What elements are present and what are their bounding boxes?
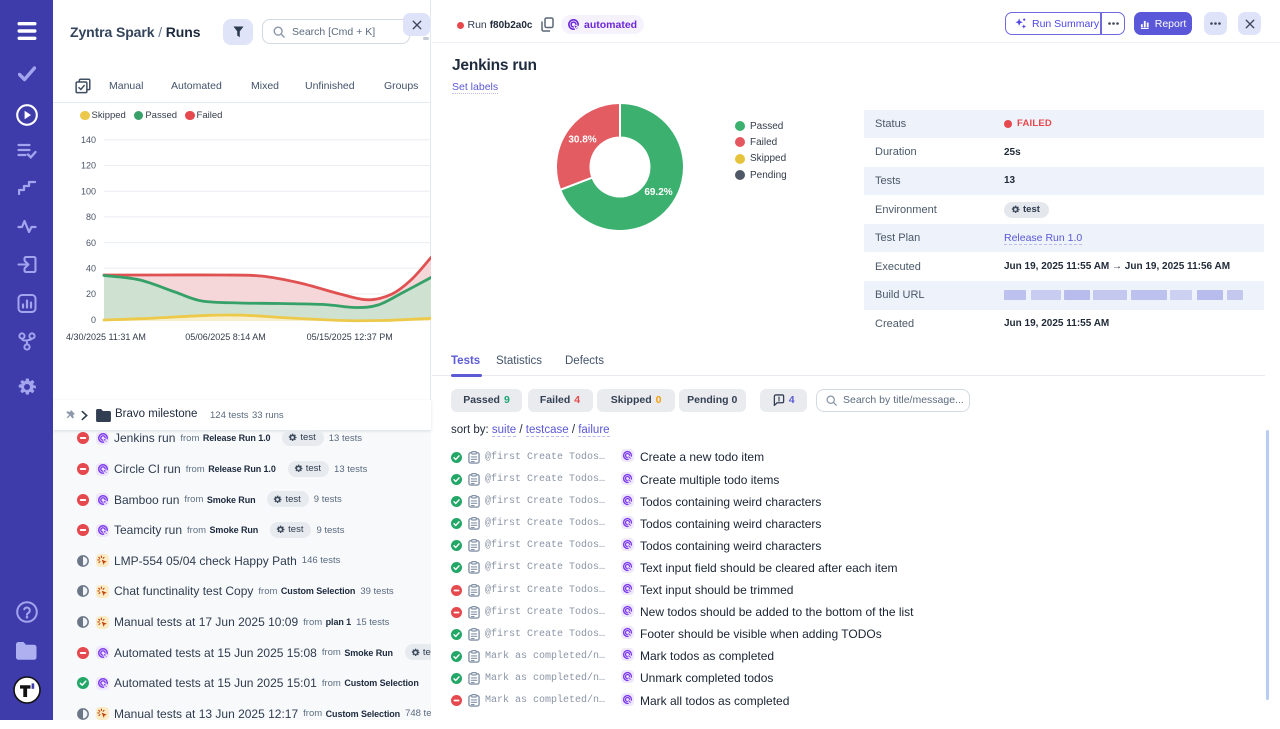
svg-text:20: 20 <box>86 289 96 299</box>
svg-text:100: 100 <box>81 186 96 196</box>
svg-text:69.2%: 69.2% <box>644 187 672 198</box>
svg-text:60: 60 <box>86 238 96 248</box>
svg-text:05/15/2025 12:37 PM: 05/15/2025 12:37 PM <box>307 332 393 342</box>
svg-text:4/30/2025 11:31 AM: 4/30/2025 11:31 AM <box>66 332 146 342</box>
svg-text:140: 140 <box>81 135 96 145</box>
svg-text:0: 0 <box>91 315 96 325</box>
svg-text:120: 120 <box>81 161 96 171</box>
svg-text:30.8%: 30.8% <box>568 134 596 145</box>
svg-text:80: 80 <box>86 212 96 222</box>
svg-text:05/06/2025 8:14 AM: 05/06/2025 8:14 AM <box>185 332 266 342</box>
svg-text:40: 40 <box>86 264 96 274</box>
